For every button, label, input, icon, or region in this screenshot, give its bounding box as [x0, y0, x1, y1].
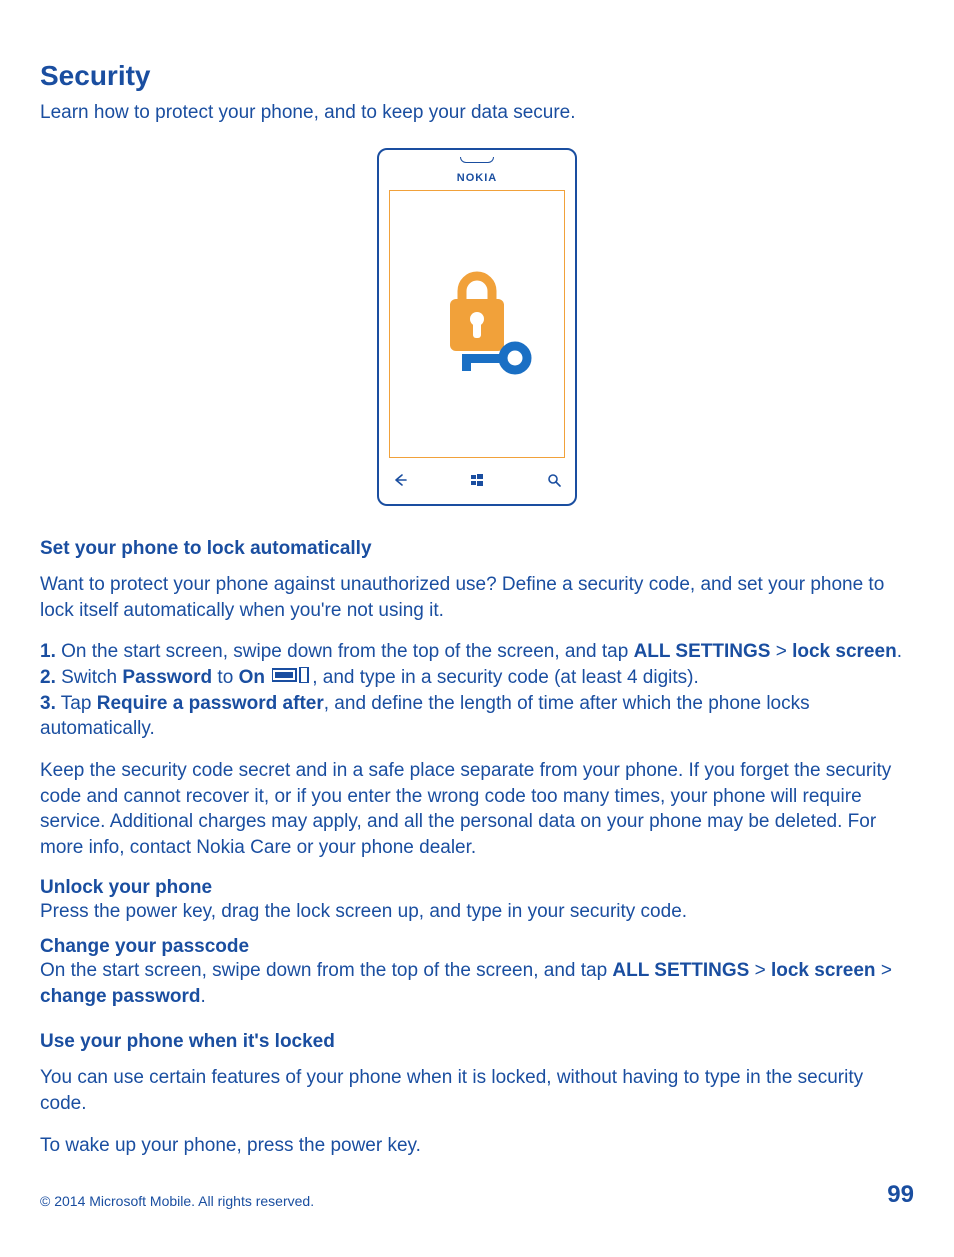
ui-label-all-settings: ALL SETTINGS	[612, 960, 749, 981]
phone-brand-label: NOKIA	[379, 172, 575, 184]
search-icon	[545, 471, 563, 489]
text-fragment: >	[749, 960, 771, 981]
ui-label-require-password-after: Require a password after	[97, 693, 324, 714]
ui-label-change-password: change password	[40, 986, 201, 1007]
text-fragment: .	[201, 986, 206, 1007]
ui-label-password: Password	[122, 667, 212, 688]
page-title: Security	[40, 60, 914, 92]
phone-speaker	[460, 157, 494, 163]
step-text: On the start screen, swipe down from the…	[56, 641, 634, 662]
security-code-note: Keep the security code secret and in a s…	[40, 758, 914, 861]
phone-screen	[389, 190, 565, 458]
copyright-text: © 2014 Microsoft Mobile. All rights rese…	[40, 1193, 314, 1209]
change-passcode-text: On the start screen, swipe down from the…	[40, 958, 914, 1009]
phone-illustration-wrap: NOKIA	[40, 148, 914, 506]
ui-label-all-settings: ALL SETTINGS	[634, 641, 771, 662]
ui-label-lock-screen: lock screen	[771, 960, 876, 981]
steps-list: 1. On the start screen, swipe down from …	[40, 639, 914, 742]
windows-icon	[468, 471, 486, 489]
text-fragment: >	[876, 960, 892, 981]
back-icon	[391, 471, 409, 489]
step-text: to	[212, 667, 238, 688]
step-number: 2.	[40, 667, 56, 688]
section-heading-autolock: Set your phone to lock automatically	[40, 538, 914, 560]
step-text: , and type in a security code (at least …	[312, 667, 699, 688]
use-when-locked-text-1: You can use certain features of your pho…	[40, 1065, 914, 1116]
unlock-text: Press the power key, drag the lock scree…	[40, 899, 914, 925]
section-heading-use-when-locked: Use your phone when it's locked	[40, 1031, 914, 1053]
step-number: 3.	[40, 693, 56, 714]
step-3: 3. Tap Require a password after, and def…	[40, 691, 914, 742]
use-when-locked-text-2: To wake up your phone, press the power k…	[40, 1133, 914, 1159]
step-text	[265, 667, 270, 688]
step-number: 1.	[40, 641, 56, 662]
step-2: 2. Switch Password to On , and type in a…	[40, 665, 914, 691]
step-text: Tap	[56, 693, 97, 714]
phone-navbar	[391, 470, 563, 490]
page-number: 99	[887, 1181, 914, 1209]
step-1: 1. On the start screen, swipe down from …	[40, 639, 914, 665]
intro-text: Learn how to protect your phone, and to …	[40, 102, 914, 124]
section-heading-change-passcode: Change your passcode	[40, 936, 914, 958]
text-fragment: On the start screen, swipe down from the…	[40, 960, 612, 981]
step-text: Switch	[56, 667, 123, 688]
step-text: .	[897, 641, 902, 662]
page-footer: © 2014 Microsoft Mobile. All rights rese…	[40, 1181, 914, 1209]
ui-label-lock-screen: lock screen	[792, 641, 897, 662]
phone-illustration: NOKIA	[377, 148, 577, 506]
section-heading-unlock: Unlock your phone	[40, 877, 914, 899]
toggle-on-icon	[272, 665, 310, 691]
lock-key-icon	[422, 264, 532, 384]
step-text: >	[770, 641, 792, 662]
section-autolock-intro: Want to protect your phone against unaut…	[40, 572, 914, 623]
ui-label-on: On	[239, 667, 265, 688]
